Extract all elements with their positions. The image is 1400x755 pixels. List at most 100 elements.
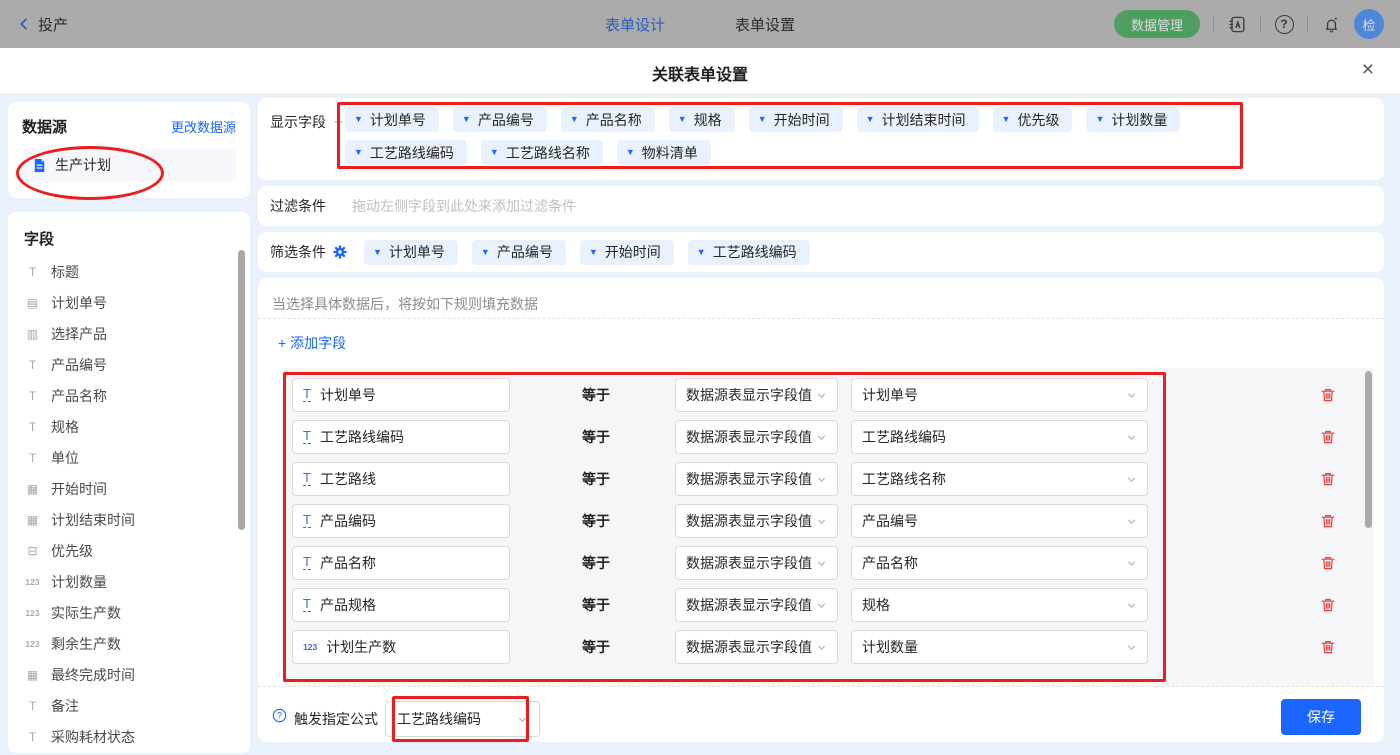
sidebar-field-item[interactable]: ▦ 计划结束时间 [24, 510, 234, 530]
rule-source-select[interactable]: 数据源表显示字段值 [675, 462, 838, 496]
rules-table-scrollbar[interactable] [1365, 371, 1372, 528]
rule-source-select[interactable]: 数据源表显示字段值 [675, 378, 838, 412]
help-circle-icon[interactable]: ? [272, 708, 287, 723]
rule-field-box[interactable]: T 产品名称 [292, 546, 510, 580]
field-chip[interactable]: ▼ 产品名称 [560, 107, 655, 132]
delete-rule-button[interactable] [1320, 555, 1336, 571]
rule-value-select[interactable]: 计划单号 [851, 378, 1148, 412]
chevron-down-icon: ▼ [354, 114, 363, 124]
trash-icon [1321, 389, 1335, 402]
modal-title: 关联表单设置 [651, 67, 748, 84]
data-manage-button[interactable]: 数据管理 [1113, 10, 1200, 38]
datasource-title: 数据源 [22, 119, 68, 136]
field-chip[interactable]: ▼ 工艺路线编码 [345, 140, 467, 165]
save-button[interactable]: 保存 [1281, 699, 1361, 735]
sidebar-field-item[interactable]: ⊟ 优先级 [24, 541, 234, 561]
field-chip[interactable]: ▼ 计划单号 [364, 239, 458, 265]
number-field-icon: 123 [25, 639, 40, 649]
gear-icon[interactable] [333, 245, 347, 259]
rule-value-select[interactable]: 规格 [851, 588, 1148, 622]
rule-field-box[interactable]: T 工艺路线 [292, 462, 510, 496]
delete-rule-button[interactable] [1320, 429, 1336, 445]
close-icon[interactable]: × [1362, 58, 1374, 82]
field-chip[interactable]: ▼ 产品编号 [471, 239, 566, 265]
sidebar-field-item[interactable]: T 单位 [24, 448, 234, 468]
field-chip[interactable]: ▼ 计划数量 [1086, 107, 1181, 132]
sidebar-field-item[interactable]: ▦ 最终完成时间 [24, 665, 234, 685]
sidebar-field-item[interactable]: T 规格 [24, 417, 234, 437]
rule-row: T 计划单号 等于 数据源表显示字段值 计划单号 [282, 378, 1374, 412]
field-chip[interactable]: ▼ 优先级 [992, 107, 1073, 132]
sidebar-field-item[interactable]: 123 实际生产数 [24, 603, 234, 623]
field-chip[interactable]: ▼ 开始时间 [748, 107, 843, 132]
trash-icon [1321, 599, 1335, 612]
rule-field-box[interactable]: T 计划单号 [292, 378, 510, 412]
sidebar-field-item[interactable]: ▦ 开始时间 [24, 479, 234, 499]
rule-source-select[interactable]: 数据源表显示字段值 [675, 546, 838, 580]
chevron-down-icon: ▼ [696, 246, 706, 257]
chevron-down-icon: ▼ [373, 246, 382, 257]
sidebar-scrollbar[interactable] [238, 250, 245, 530]
field-chip[interactable]: ▼ 物料清单 [616, 140, 711, 165]
field-chip[interactable]: ▼ 规格 [668, 107, 735, 132]
divider [258, 318, 1384, 319]
sidebar-field-item[interactable]: T 采购耗材状态 [24, 727, 234, 747]
sidebar-field-item[interactable]: ▤ 计划单号 [24, 293, 234, 313]
rule-source-select[interactable]: 数据源表显示字段值 [675, 630, 838, 664]
rule-field-box[interactable]: T 产品编码 [292, 504, 510, 538]
field-chip[interactable]: ▼ 计划结束时间 [856, 107, 979, 132]
rule-value-select[interactable]: 工艺路线编码 [851, 420, 1148, 454]
sidebar-field-item[interactable]: T 备注 [24, 696, 234, 716]
avatar[interactable]: 检 [1354, 9, 1384, 39]
sidebar-field-item[interactable]: 123 计划数量 [24, 572, 234, 592]
rule-field-box[interactable]: T 工艺路线编码 [292, 420, 510, 454]
text-field-icon: T [303, 470, 311, 486]
delete-rule-button[interactable] [1320, 513, 1336, 529]
help-icon[interactable]: ? [1274, 14, 1294, 34]
datasource-item[interactable]: 生产计划 [22, 149, 236, 181]
fill-rules-section: 当选择具体数据后，将按如下规则填充数据 + 添加字段 T 计划单号 等于 数据源… [258, 278, 1384, 742]
change-datasource-link[interactable]: 更改数据源 [171, 117, 236, 136]
rule-source-select[interactable]: 数据源表显示字段值 [675, 504, 838, 538]
field-chip[interactable]: ▼ 计划单号 [345, 107, 439, 132]
rule-source-select[interactable]: 数据源表显示字段值 [675, 588, 838, 622]
sidebar-field-item[interactable]: T 产品编号 [24, 355, 234, 375]
tab-form-design[interactable]: 表单设计 [605, 14, 665, 35]
field-chip[interactable]: ▼ 工艺路线名称 [480, 140, 603, 165]
delete-rule-button[interactable] [1320, 471, 1336, 487]
rule-source-select[interactable]: 数据源表显示字段值 [675, 420, 838, 454]
rule-value-select[interactable]: 计划数量 [851, 630, 1148, 664]
directory-icon[interactable] [1227, 14, 1247, 34]
add-display-field-button[interactable]: + [334, 114, 343, 131]
display-fields-label: 显示字段 [270, 114, 326, 130]
tab-form-settings[interactable]: 表单设置 [735, 14, 795, 35]
notification-bell-icon[interactable] [1321, 14, 1341, 34]
rule-value-select[interactable]: 工艺路线名称 [851, 462, 1148, 496]
add-field-link[interactable]: + 添加字段 [278, 333, 346, 353]
fields-panel: 字段 T 标题 ▤ 计划单号 ▥ 选择产品 T 产品编号 T 产品名称 T 规格… [8, 212, 250, 753]
delete-rule-button[interactable] [1320, 597, 1336, 613]
field-chip[interactable]: ▼ 开始时间 [579, 239, 674, 265]
sidebar-field-item[interactable]: T 产品名称 [24, 386, 234, 406]
text-field-icon: T [28, 420, 37, 434]
chevron-down-icon: ▼ [354, 147, 363, 157]
sidebar-field-item[interactable]: 123 剩余生产数 [24, 634, 234, 654]
rules-table: T 计划单号 等于 数据源表显示字段值 计划单号 T 工艺路线编码 等于 数据源… [282, 368, 1374, 686]
rule-row: 123 计划生产数 等于 数据源表显示字段值 计划数量 [282, 630, 1374, 664]
sidebar-field-item[interactable]: ▥ 选择产品 [24, 324, 234, 344]
rule-field-box[interactable]: T 产品规格 [292, 588, 510, 622]
rule-field-box[interactable]: 123 计划生产数 [292, 630, 510, 664]
rule-value-select[interactable]: 产品编号 [851, 504, 1148, 538]
field-chip[interactable]: ▼ 产品编号 [452, 107, 547, 132]
trigger-formula-select[interactable]: 工艺路线编码 [385, 701, 540, 737]
filter-dropzone-placeholder[interactable]: 拖动左侧字段到此处来添加过滤条件 [352, 196, 576, 216]
select-field-icon: ⊟ [27, 544, 38, 558]
delete-rule-button[interactable] [1320, 387, 1336, 403]
rule-row: T 工艺路线 等于 数据源表显示字段值 工艺路线名称 [282, 462, 1374, 496]
rule-value-select[interactable]: 产品名称 [851, 546, 1148, 580]
chevron-down-icon [1127, 434, 1136, 440]
field-chip[interactable]: ▼ 工艺路线编码 [687, 239, 810, 265]
delete-rule-button[interactable] [1320, 639, 1336, 655]
sidebar-field-item[interactable]: T 标题 [24, 262, 234, 282]
trash-icon [1321, 641, 1335, 654]
